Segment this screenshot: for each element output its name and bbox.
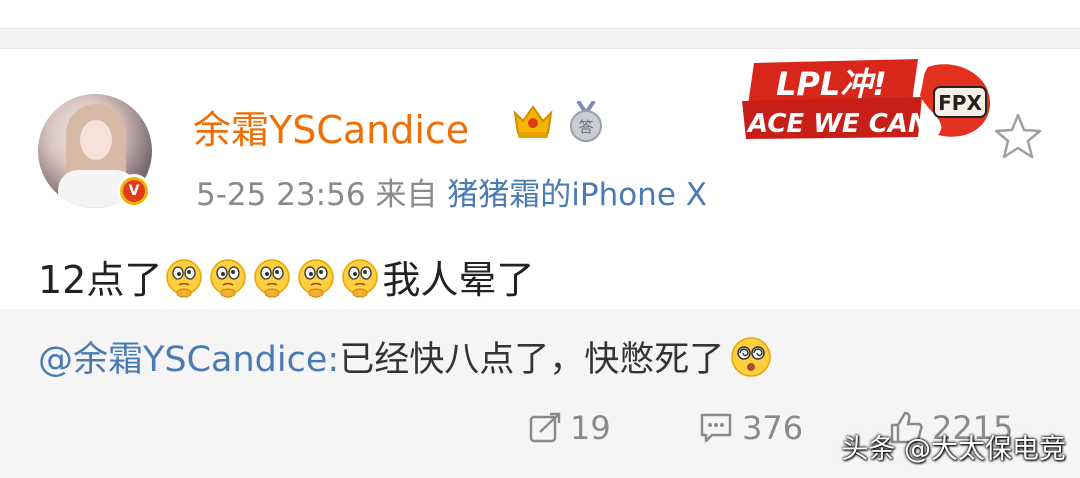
dizzy-thinking-emoji (342, 259, 379, 298)
lpl-fpx-banner[interactable]: LPL冲! ACE WE CAN FPX (742, 57, 1000, 141)
repost-icon (529, 412, 561, 443)
retweet-mention[interactable]: @余霜YSCandice: (38, 331, 339, 382)
emoji-row (162, 254, 382, 300)
retweet-text: @余霜YSCandice: 已经快八点了，快憋死了 (38, 331, 773, 382)
username[interactable]: 余霜YSCandice (193, 99, 469, 154)
dizzy-thinking-emoji (298, 259, 335, 298)
post-text: 12点了 我人晕了 (38, 249, 534, 304)
watermark: 头条 @大太保电竞 (841, 434, 1066, 465)
dizzy-thinking-emoji (166, 259, 203, 298)
crown-icon[interactable] (512, 101, 554, 141)
medal-label: 答 (578, 118, 593, 136)
post-text-start: 12点了 (38, 258, 163, 302)
post-timestamp: 5-25 23:56 (196, 177, 366, 213)
comment-count: 376 (742, 409, 804, 447)
medal-icon[interactable]: 答 (568, 101, 604, 143)
banner-top-text: LPL冲! (776, 65, 887, 103)
retweet-body: 已经快八点了，快憋死了 (339, 340, 725, 380)
banner-team-text: FPX (938, 91, 982, 115)
comment-button[interactable]: 376 (698, 409, 803, 447)
post-text-end: 我人晕了 (382, 258, 535, 302)
repost-button[interactable]: 19 (528, 409, 611, 447)
avatar-face (80, 120, 112, 160)
previous-item-strip (0, 0, 1080, 29)
verified-badge: V (117, 174, 151, 208)
post-meta: 5-25 23:56 来自 猪猪霜的iPhone X (196, 169, 707, 214)
source-prefix: 来自 (375, 177, 438, 213)
verified-badge-label: V (123, 180, 145, 202)
weibo-post-card: V 余霜YSCandice 答 5-25 23:56 来自 猪猪霜的iPhone… (0, 48, 1080, 478)
dizzy-thinking-emoji (254, 259, 291, 298)
repost-count: 19 (570, 409, 611, 447)
dizzy-thinking-emoji (210, 259, 247, 298)
comment-icon (700, 413, 732, 443)
banner-bottom-text: ACE WE CAN (746, 109, 930, 139)
favorite-star-icon[interactable] (993, 112, 1043, 160)
source-device[interactable]: 猪猪霜的iPhone X (447, 177, 707, 213)
flushed-face-emoji (731, 336, 771, 377)
